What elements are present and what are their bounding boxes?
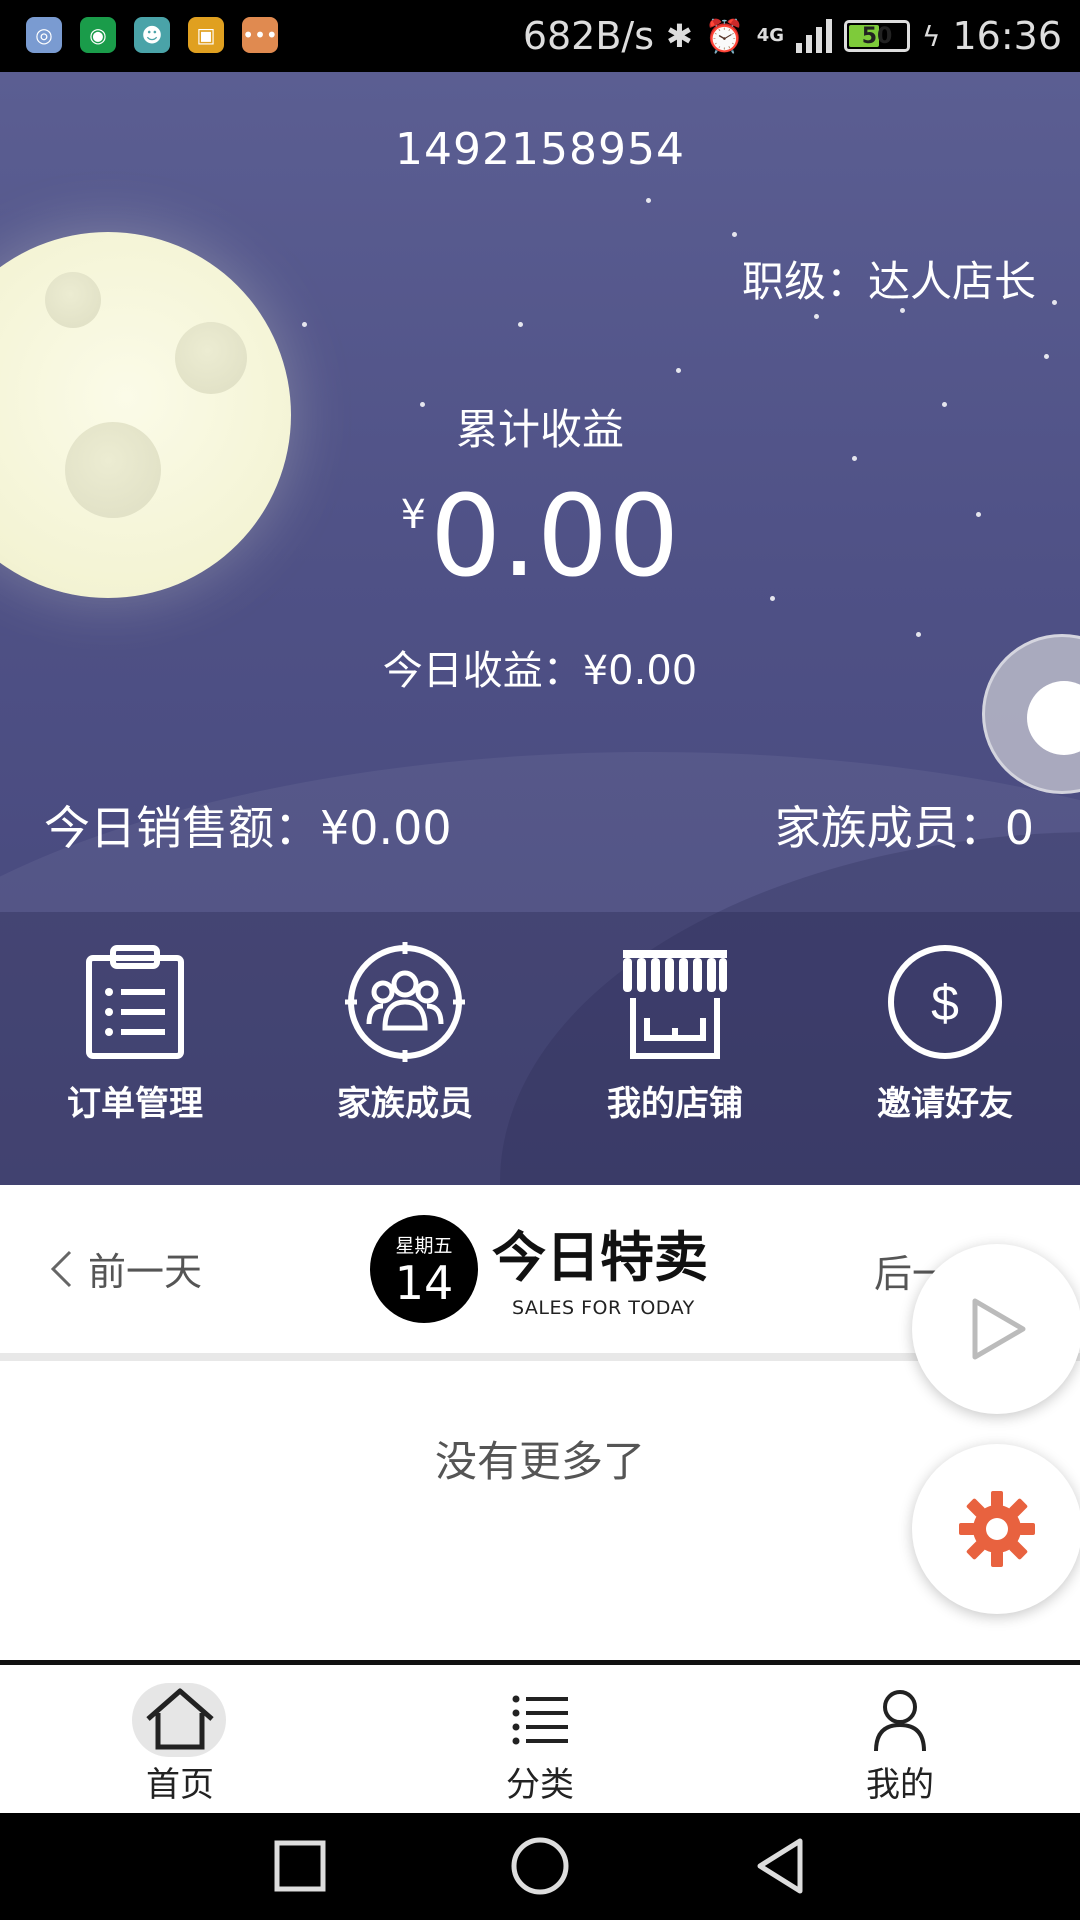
eye-app-icon: ◉ [80,17,116,53]
message-app-icon: ••• [242,17,278,53]
home-icon [146,1688,214,1750]
earnings-hero: 1492158954 职级：达人店长 累计收益 ¥0.00 今日收益：¥0.00… [0,72,1080,1185]
tab-label: 我的 [866,1765,934,1805]
android-app-icon: ☻ [134,17,170,53]
total-earnings-label: 累计收益 [455,405,624,454]
svg-text:$: $ [931,975,959,1031]
tab-label: 分类 [506,1765,574,1805]
menu-label: 订单管理 [67,1084,203,1124]
star [646,198,651,203]
user-icon [874,1690,926,1752]
account-id: 1492158954 [395,124,685,175]
rank-label: 职级：达人店长 [741,257,1036,306]
dollar-icon: $ [888,945,1002,1059]
weekday: 星期五 [395,1235,453,1257]
chevron-left-icon [50,1250,72,1287]
gear-icon [959,1491,1035,1567]
menu-family-members[interactable]: 家族成员 [295,942,515,1142]
signal-icon [796,19,832,53]
total-earnings-value: 0.00 [430,472,680,602]
star [732,232,737,237]
star [1052,300,1057,305]
bag-app-icon: ▣ [188,17,224,53]
tab-category[interactable]: 分类 [360,1665,720,1813]
alarm-icon: ⏰ [704,17,745,55]
system-navigation-bar [0,1813,1080,1920]
today-special-subtitle: SALES FOR TODAY [512,1297,695,1319]
clipboard-icon [86,945,184,1059]
menu-invite-friends[interactable]: $ 邀请好友 [835,942,1055,1142]
notification-icons: ◎ ◉ ☻ ▣ ••• [26,17,278,53]
total-earnings-amount: ¥0.00 [0,472,1080,602]
menu-label: 家族成员 [337,1084,473,1124]
charging-icon: ϟ [922,19,941,53]
play-icon [972,1298,1026,1360]
tab-mine[interactable]: 我的 [720,1665,1080,1813]
net-speed: 682B/s [522,14,655,58]
family-member-count[interactable]: 家族成员：0 [775,792,1034,858]
assistant-knob [1027,681,1080,755]
clock: 16:36 [952,14,1062,58]
status-bar: ◎ ◉ ☻ ▣ ••• 682B/s ✱ ⏰ 4G 50 ϟ 16:36 [0,0,1080,72]
star [676,368,681,373]
menu-label: 邀请好友 [877,1084,1013,1124]
menu-label: 我的店铺 [607,1084,743,1124]
battery-level: 50 [861,23,893,49]
date-badge: 星期五 14 [370,1215,478,1323]
today-earnings: 今日收益：¥0.00 [382,648,698,694]
previous-day-label: 前一天 [88,1250,203,1294]
today-sales[interactable]: 今日销售额：¥0.00 [44,792,452,858]
tab-home[interactable]: 首页 [0,1665,360,1813]
play-button[interactable] [912,1244,1080,1414]
store-icon [623,950,727,1059]
home-circle-icon[interactable] [508,1833,572,1899]
battery-icon: 50 [844,20,910,52]
bluetooth-icon: ✱ [666,17,693,55]
empty-list-message: 没有更多了 [434,1437,645,1486]
quick-menu: 订单管理 家族成员 我的店铺 $ 邀请好友 [0,912,1080,1185]
settings-button[interactable] [912,1444,1080,1614]
menu-order-management[interactable]: 订单管理 [25,942,245,1142]
bottom-navigation: 首页 分类 我的 [0,1665,1080,1813]
day-number: 14 [394,1256,454,1310]
app-notification-icon: ◎ [26,17,62,53]
back-icon[interactable] [752,1833,808,1899]
network-type: 4G [756,25,784,46]
tab-label: 首页 [146,1765,214,1805]
previous-day-button[interactable]: 前一天 [48,1241,202,1296]
star [814,314,819,319]
recent-apps-icon[interactable] [272,1833,328,1899]
currency-symbol: ¥ [400,492,427,538]
today-special-title: 今日特卖 [492,1226,708,1289]
menu-my-store[interactable]: 我的店铺 [565,942,785,1142]
star [518,322,523,327]
star [302,322,307,327]
list-icon [512,1695,568,1745]
group-icon [345,942,465,1062]
star [916,632,921,637]
star [1044,354,1049,359]
